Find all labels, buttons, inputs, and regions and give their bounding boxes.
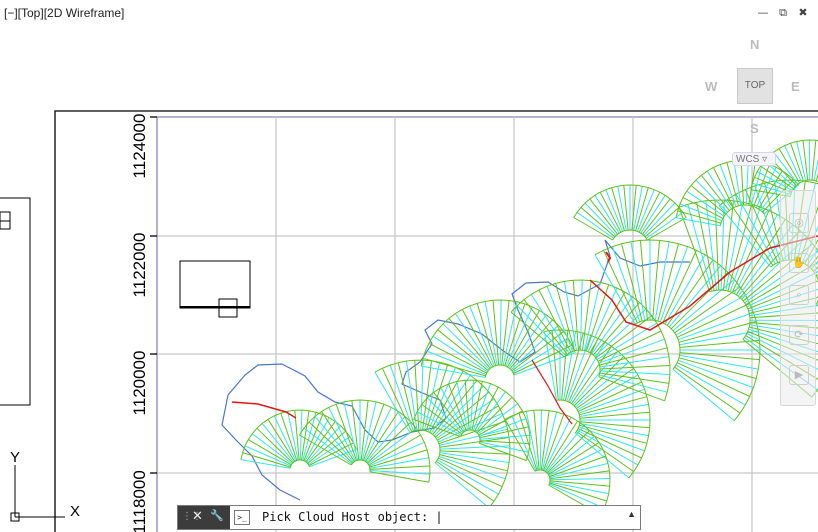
- axis-label-1122000: 1122000: [130, 233, 149, 298]
- compass-west[interactable]: W: [705, 79, 717, 94]
- command-prompt-text[interactable]: Pick Cloud Host object: |: [262, 510, 443, 524]
- ucs-x-label: X: [70, 503, 80, 520]
- axis-label-1118000: 1118000: [130, 470, 149, 532]
- close-button[interactable]: ✖: [796, 6, 810, 20]
- zoom-icon[interactable]: ⌕: [789, 285, 809, 305]
- command-history-arrow[interactable]: ▲: [627, 509, 636, 519]
- viewcube-top-face[interactable]: TOP: [737, 68, 773, 104]
- close-command-line-icon[interactable]: ✕: [192, 509, 203, 524]
- command-line: ⋮⋮ ✕ 🔧 >_ Pick Cloud Host object: | ▲: [177, 505, 641, 530]
- pan-icon[interactable]: ✋: [789, 253, 809, 273]
- ucs-icon: Y X: [10, 449, 80, 522]
- restore-button[interactable]: ⧉: [776, 6, 790, 20]
- axis-label-1124000: 1124000: [130, 114, 149, 179]
- orbit-icon[interactable]: ⟳: [789, 325, 809, 345]
- recent-commands-icon[interactable]: >_: [234, 510, 250, 525]
- viewport-window-controls: — ⧉ ✖: [756, 6, 810, 20]
- compass-south[interactable]: S: [750, 121, 759, 136]
- inset-box: [179, 260, 251, 318]
- minimize-button[interactable]: —: [756, 6, 770, 20]
- contour-hatching[interactable]: [221, 139, 818, 516]
- drawing-canvas[interactable]: 1124000 1122000 1120000 1118000 Y X: [0, 0, 818, 532]
- viewport-controls-label[interactable]: [−][Top][2D Wireframe]: [4, 6, 124, 20]
- compass-north[interactable]: N: [750, 37, 759, 52]
- axis-label-1120000: 1120000: [130, 351, 149, 416]
- command-line-grip[interactable]: ⋮⋮ ✕ 🔧: [178, 506, 230, 529]
- showmotion-icon[interactable]: ▶: [789, 365, 809, 385]
- compass-east[interactable]: E: [791, 79, 800, 94]
- navigation-bar: ◎ ✋ ⌕ ⟳ ▶: [780, 190, 816, 406]
- legend-icon: [0, 211, 11, 230]
- wcs-menu[interactable]: WCS ▿: [732, 152, 776, 166]
- customize-icon[interactable]: 🔧: [210, 509, 224, 522]
- axis-ticks: [150, 116, 157, 474]
- full-navigation-wheel-icon[interactable]: ◎: [789, 213, 809, 233]
- ucs-y-label: Y: [10, 449, 20, 466]
